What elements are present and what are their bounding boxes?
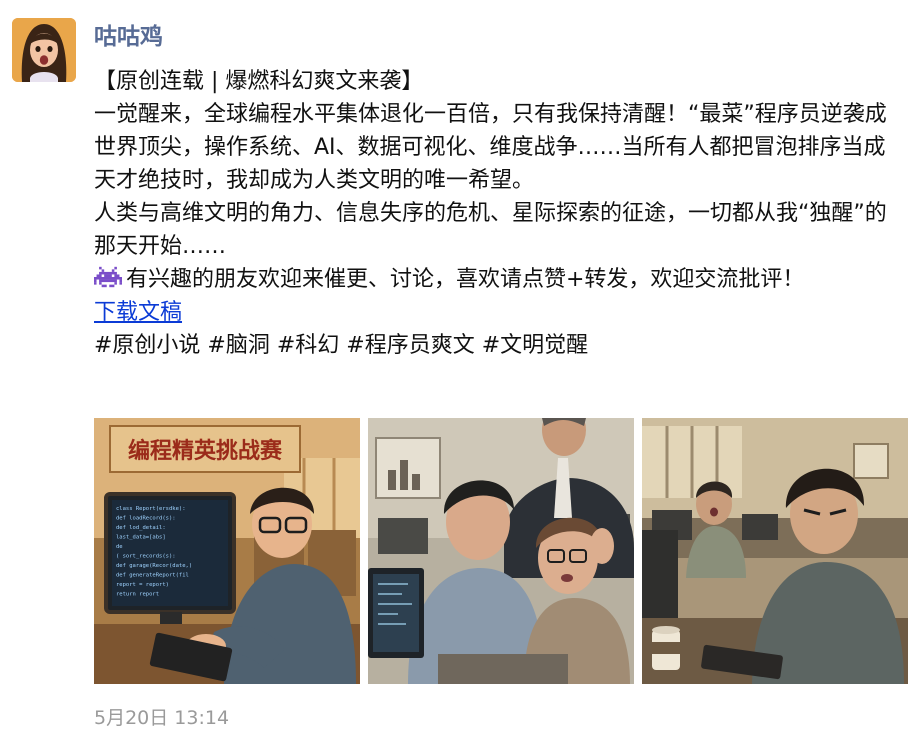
download-link[interactable]: 下载文稿 [94, 300, 182, 325]
code-line: de [116, 544, 123, 550]
photo-stressed-programmers[interactable] [368, 418, 634, 684]
post-timestamp: 5月20日 13:14 [94, 707, 230, 729]
contest-banner-text: 编程精英挑战赛 [128, 438, 283, 463]
code-line: ( sort_records(s): [116, 554, 176, 560]
space-invader-icon [94, 264, 122, 290]
post-paragraph-text: 有兴趣的朋友欢迎来催更、讨论，喜欢请点赞+转发，欢迎交流批评！ [126, 267, 805, 292]
photo-focused-programmer[interactable] [642, 418, 908, 684]
photo-coding-contest[interactable]: 编程精英挑战赛 class Report(ersdke): def loadRe… [94, 418, 360, 684]
photo-stressed-programmers-illustration [368, 418, 634, 684]
code-line: class Report(ersdke): [116, 506, 186, 512]
post-title-line: 【原创连载 | 爆燃科幻爽文来袭】 [94, 69, 424, 94]
post-paragraph-with-emoji: 有兴趣的朋友欢迎来催更、讨论，喜欢请点赞+转发，欢迎交流批评！ [94, 263, 902, 296]
code-line: last_data=[abs] [116, 535, 166, 541]
photo-grid: 编程精英挑战赛 class Report(ersdke): def loadRe… [94, 418, 908, 684]
post-paragraph: 一觉醒来，全球编程水平集体退化一百倍，只有我保持清醒！“最菜”程序员逆袭成世界顶… [94, 102, 887, 193]
code-line: def generateReport(fil [116, 573, 189, 579]
post-paragraph: 人类与高维文明的角力、信息失序的危机、星际探索的征途，一切都从我“独醒”的那天开… [94, 201, 887, 259]
code-line: def lod_detail: [116, 525, 166, 531]
code-line: return report [116, 592, 159, 598]
photo-coding-contest-illustration: 编程精英挑战赛 class Report(ersdke): def loadRe… [94, 418, 360, 684]
author-name[interactable]: 咕咕鸡 [94, 20, 163, 54]
hashtags: #原创小说 #脑洞 #科幻 #程序员爽文 #文明觉醒 [94, 333, 589, 358]
photo-focused-programmer-illustration [642, 418, 908, 684]
code-line: def loadRecord(s): [116, 516, 176, 522]
code-line: report = report) [116, 582, 169, 588]
post-content: 【原创连载 | 爆燃科幻爽文来袭】 一觉醒来，全球编程水平集体退化一百倍，只有我… [94, 65, 902, 362]
avatar[interactable] [12, 18, 76, 82]
girl-avatar-icon [12, 18, 76, 82]
code-line: def garage(Recor(date,) [116, 563, 192, 569]
